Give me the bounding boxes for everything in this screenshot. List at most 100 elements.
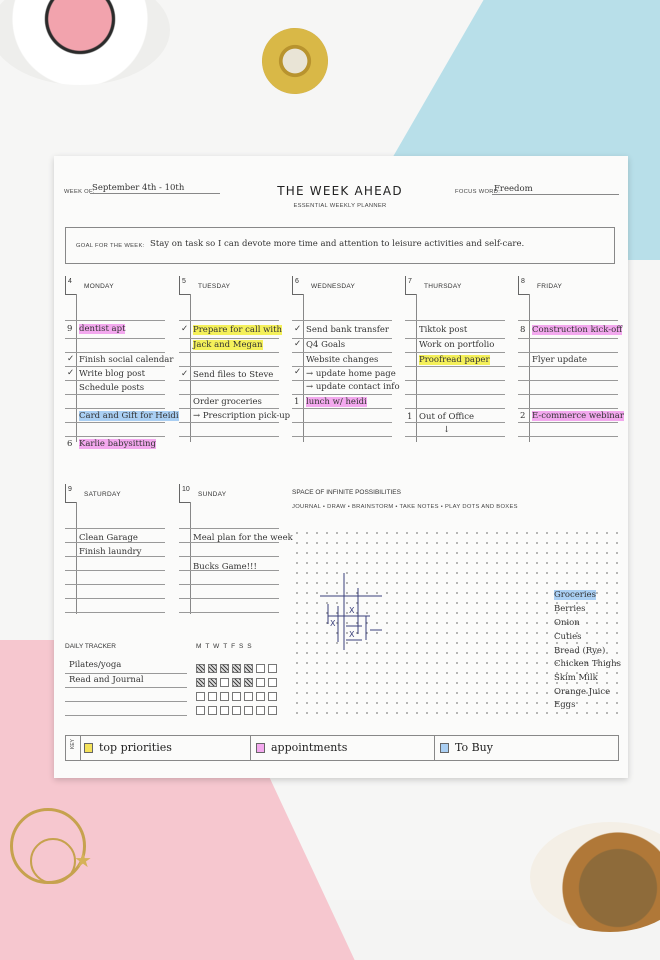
tracker-checkbox-done[interactable]	[208, 678, 217, 687]
list-item: → update contact info	[306, 382, 400, 392]
goal-label: GOAL FOR THE WEEK:	[76, 243, 145, 249]
list-item: E-commerce webinar	[532, 411, 624, 421]
tracker-checkbox[interactable]	[208, 692, 217, 701]
day-number: 7	[408, 278, 412, 285]
list-item: Work on portfolio	[419, 340, 495, 350]
day-number-box: 8	[518, 276, 530, 295]
list-item: Out of Office	[419, 412, 475, 422]
day-number: 6	[295, 278, 299, 285]
check-icon: ✓	[67, 368, 75, 378]
notes-section-subtitle: JOURNAL • DRAW • BRAINSTORM • TAKE NOTES…	[292, 504, 518, 510]
tracker-checkbox[interactable]	[220, 706, 229, 715]
list-item: Clean Garage	[79, 533, 138, 543]
list-item: dentist apt	[79, 324, 126, 334]
day-name: THURSDAY	[424, 283, 462, 290]
key-label: KEY	[70, 739, 76, 750]
list-item: Send bank transfer	[306, 325, 389, 335]
tracker-checkbox[interactable]	[220, 678, 229, 687]
time-label: 1	[407, 412, 413, 422]
tracker-title: DAILY TRACKER	[65, 643, 116, 650]
key-item-top-priorities: top priorities	[84, 741, 172, 754]
day-wednesday: 6 WEDNESDAY ✓ Send bank transfer ✓ Q4 Go…	[292, 276, 400, 446]
tracker-checkbox[interactable]	[256, 678, 265, 687]
list-item: Proofread paper	[419, 355, 490, 365]
tracker-checkbox-done[interactable]	[232, 678, 241, 687]
game-x-mark: X	[349, 606, 355, 615]
grocery-heading: Groceries	[554, 590, 596, 600]
day-tuesday: 5 TUESDAY ✓ Prepare for call with Jack a…	[179, 276, 290, 446]
tracker-checkbox[interactable]	[232, 706, 241, 715]
focus-word-value: Freedom	[492, 184, 619, 195]
yellow-swatch	[84, 743, 93, 753]
goal-text: Stay on task so I can devote more time a…	[150, 239, 525, 249]
list-item: Prepare for call with	[193, 325, 282, 335]
tracker-checkbox-done[interactable]	[208, 664, 217, 673]
day-name: TUESDAY	[198, 283, 231, 290]
list-item: Write blog post	[79, 369, 146, 379]
day-number-box: 9	[65, 484, 77, 503]
tracker-checkbox[interactable]	[220, 692, 229, 701]
goal-box: GOAL FOR THE WEEK: Stay on task so I can…	[65, 227, 615, 264]
grocery-item: Skim Milk	[554, 673, 598, 683]
tracker-weekday-header: MTWTFSS	[196, 643, 256, 650]
list-item: Karlie babysitting	[79, 439, 156, 449]
list-item: Finish social calendar	[79, 355, 174, 365]
game-x-mark: X	[349, 630, 355, 639]
week-of-value: September 4th - 10th	[90, 183, 220, 194]
tracker-checkbox[interactable]	[196, 692, 205, 701]
tracker-checkbox-done[interactable]	[196, 678, 205, 687]
tracker-checkbox[interactable]	[244, 706, 253, 715]
list-item: lunch w/ heidi	[306, 397, 367, 407]
grocery-item: Chicken Thighs	[554, 659, 621, 669]
list-item: Website changes	[306, 355, 379, 365]
key-item-appointments: appointments	[256, 741, 347, 754]
check-icon: ✓	[181, 324, 189, 334]
list-item: Bucks Game!!!	[193, 562, 257, 572]
list-item: Q4 Goals	[306, 340, 346, 350]
tracker-checkbox[interactable]	[256, 664, 265, 673]
day-monday: 4 MONDAY 9 dentist apt ✓ Finish social c…	[65, 276, 179, 449]
tracker-checkbox-done[interactable]	[196, 664, 205, 673]
check-icon: ✓	[67, 354, 75, 364]
list-item: Tiktok post	[419, 325, 468, 335]
habit-label: Pilates/yoga	[69, 660, 122, 670]
check-icon: ✓	[294, 324, 302, 334]
tracker-checkbox[interactable]	[268, 706, 277, 715]
star-charm-icon: ★	[74, 850, 92, 872]
time-label: 6	[67, 439, 73, 449]
tracker-checkbox[interactable]	[208, 706, 217, 715]
tracker-checkbox[interactable]	[256, 692, 265, 701]
key-item-to-buy: To Buy	[440, 741, 493, 754]
grocery-item: Eggs	[554, 700, 576, 710]
blue-swatch	[440, 743, 449, 753]
tracker-checkbox[interactable]	[232, 692, 241, 701]
grocery-item: Orange Juice	[554, 687, 611, 697]
time-label: 1	[294, 397, 300, 407]
tracker-checkbox[interactable]	[196, 706, 205, 715]
check-icon: ✓	[294, 367, 302, 377]
habit-label: Read and Journal	[69, 675, 144, 685]
key-item-label: appointments	[271, 741, 348, 754]
day-thursday: 7 THURSDAY Tiktok post Work on portfolio…	[405, 276, 505, 446]
grocery-item: Onion	[554, 618, 580, 628]
tracker-checkbox[interactable]	[256, 706, 265, 715]
tracker-checkbox-done[interactable]	[220, 664, 229, 673]
day-number-box: 4	[65, 276, 77, 295]
day-number: 9	[68, 486, 72, 493]
tracker-checkbox-done[interactable]	[232, 664, 241, 673]
page-title: THE WEEK AHEAD	[277, 184, 403, 198]
list-item: Flyer update	[532, 355, 588, 365]
tracker-checkbox[interactable]	[268, 664, 277, 673]
day-number: 5	[182, 278, 186, 285]
day-name: MONDAY	[84, 283, 114, 290]
tracker-checkbox[interactable]	[244, 692, 253, 701]
grocery-item: Bread (Rye)	[554, 646, 606, 656]
tracker-checkbox[interactable]	[268, 678, 277, 687]
time-label: 2	[520, 411, 526, 421]
tracker-checkbox-done[interactable]	[244, 678, 253, 687]
key-item-label: To Buy	[455, 741, 493, 754]
tracker-checkbox[interactable]	[268, 692, 277, 701]
game-x-mark: X	[330, 619, 336, 628]
dots-and-boxes-game: X X X	[320, 573, 382, 650]
tracker-checkbox-done[interactable]	[244, 664, 253, 673]
